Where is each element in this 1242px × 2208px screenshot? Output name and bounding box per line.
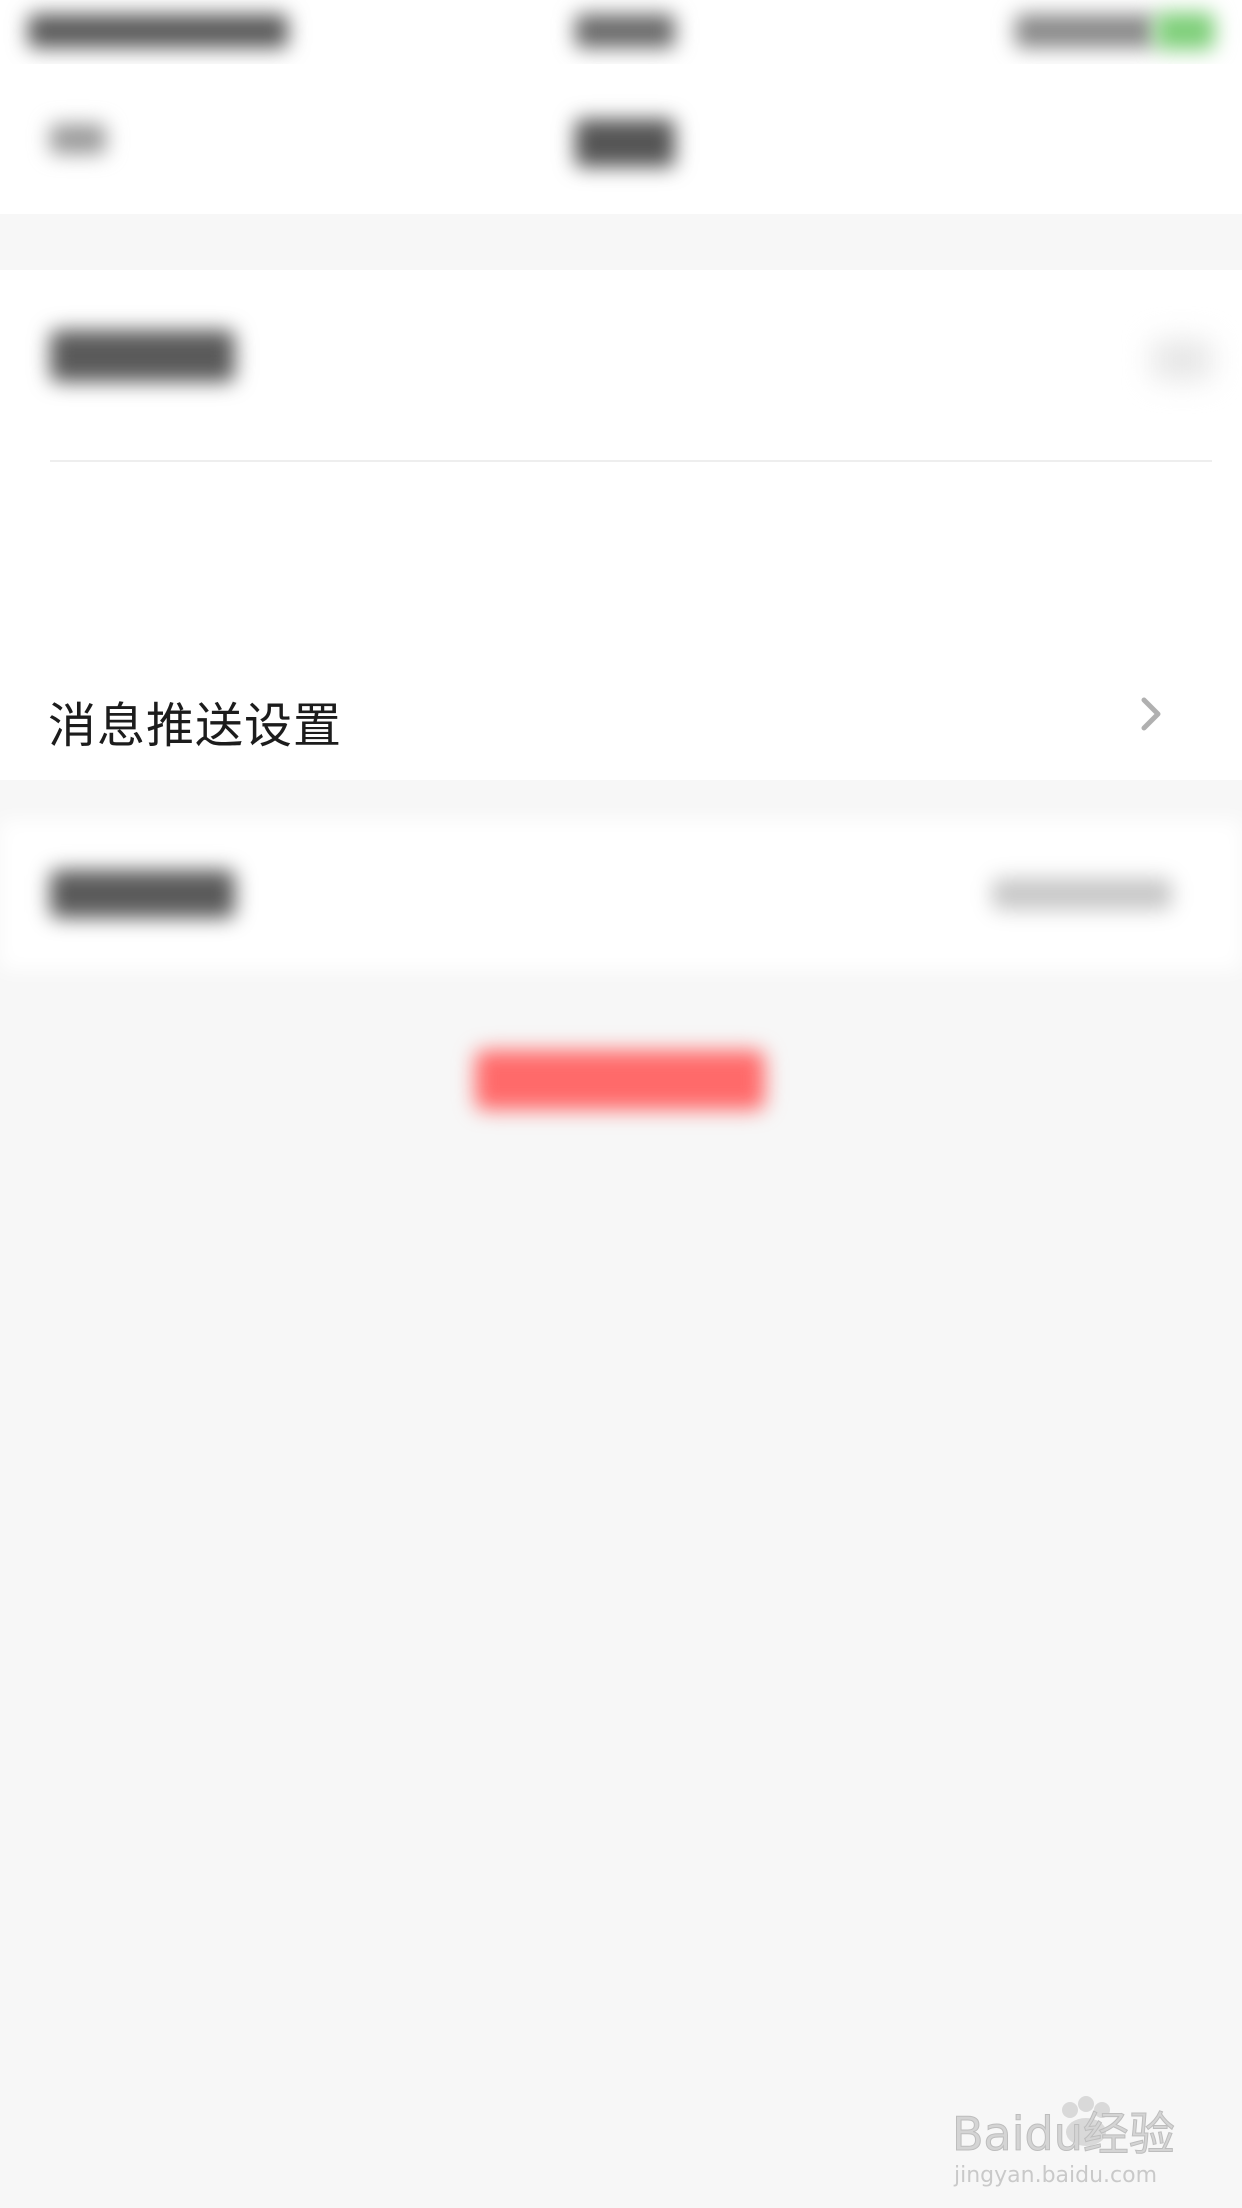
- carrier-signal: [28, 14, 288, 48]
- logout-button[interactable]: [475, 1050, 765, 1110]
- push-settings-label: 消息推送设置: [48, 698, 343, 754]
- row-label-blurred: [50, 330, 235, 382]
- row-value-blurred: [992, 878, 1172, 910]
- row-label-blurred: [50, 870, 235, 918]
- chevron-right-icon: [1152, 340, 1212, 380]
- status-bar: [0, 0, 1242, 64]
- watermark-brand: Baidu经验: [952, 2107, 1175, 2161]
- divider: [50, 460, 1212, 462]
- battery-icon: [1155, 12, 1215, 50]
- status-time: [575, 14, 675, 48]
- watermark-url: jingyan.baidu.com: [953, 2163, 1157, 2188]
- settings-group: 消息推送设置: [0, 270, 1242, 780]
- status-indicators: [1015, 14, 1155, 48]
- settings-row-blurred-1[interactable]: [0, 270, 1242, 460]
- page-title: [575, 119, 675, 167]
- settings-row-push[interactable]: 消息推送设置: [0, 650, 1242, 780]
- chevron-right-icon: [1141, 697, 1161, 731]
- nav-bar: [0, 64, 1242, 214]
- settings-group-2[interactable]: [0, 820, 1242, 970]
- baidu-jingyan-watermark: Baidu经验 jingyan.baidu.com: [952, 2096, 1175, 2188]
- back-button[interactable]: [50, 124, 106, 154]
